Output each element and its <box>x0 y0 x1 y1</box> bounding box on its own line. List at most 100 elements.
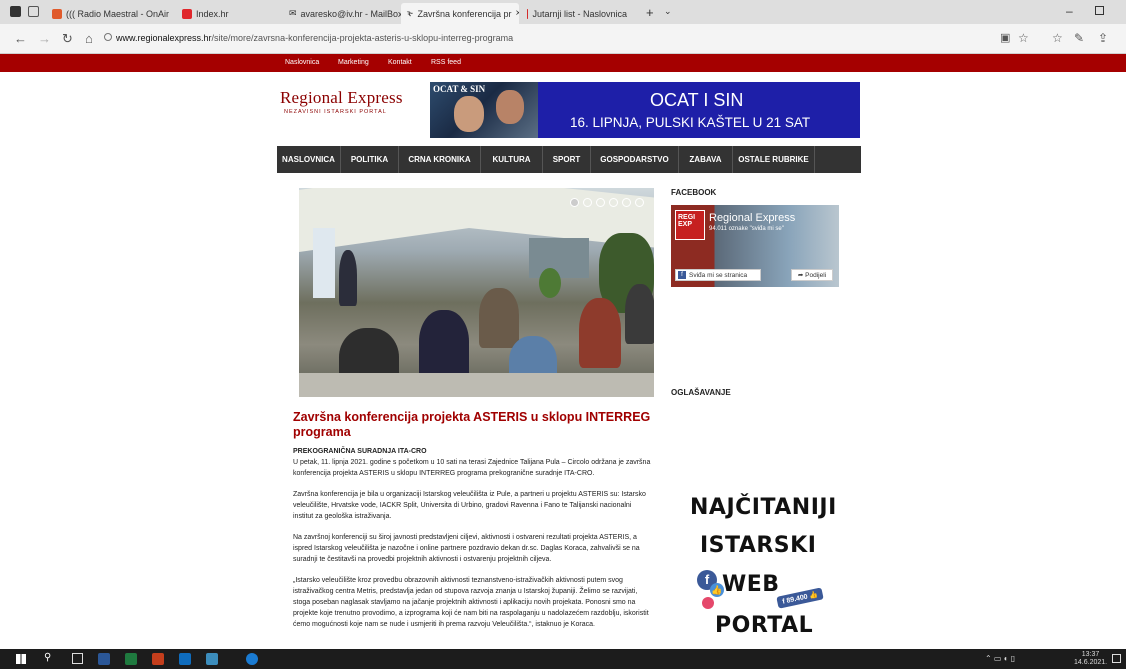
article-paragraph: „Istarsko veleučilište kroz provedbu obr… <box>293 577 649 628</box>
slider-dot[interactable] <box>596 198 605 207</box>
nav-item-gospodarstvo[interactable]: GOSPODARSTVO <box>591 146 679 173</box>
facebook-widget[interactable]: REGI EXP Regional Express 94.011 oznake … <box>671 205 839 287</box>
tab-label: Jutarnji list - Naslovnica <box>532 8 627 19</box>
url-domain: www.regionalexpress.hr <box>116 33 212 43</box>
tray-icons[interactable]: ⌃ ▭ ◐ ▯ <box>985 654 1015 663</box>
tab-jutarnji[interactable]: Jutarnji list - Naslovnica <box>521 3 633 24</box>
word-icon[interactable] <box>98 653 110 665</box>
nav-item-kultura[interactable]: KULTURA <box>481 146 543 173</box>
ad-line: NAJČITANIJI <box>690 495 837 520</box>
back-icon[interactable]: ← <box>14 31 27 46</box>
windows-taskbar: ⚲ ⌃ ▭ ◐ ▯ 13:37 14.6.2021. <box>0 649 1126 669</box>
slider-dots <box>570 198 644 207</box>
url-field[interactable]: www.regionalexpress.hr/site/more/zavrsna… <box>116 33 513 43</box>
tab-index-hr[interactable]: Index.hr <box>176 3 266 24</box>
clock[interactable]: 13:37 14.6.2021. <box>1074 651 1107 667</box>
search-icon[interactable]: ⚲ <box>44 652 51 663</box>
windows-start-icon[interactable] <box>16 654 26 664</box>
task-view-icon[interactable] <box>72 653 83 664</box>
browser-menu-icon[interactable] <box>10 6 21 17</box>
banner-ad[interactable]: OCAT & SIN OCAT I SIN 16. LIPNJA, PULSKI… <box>430 82 860 138</box>
building <box>529 238 589 278</box>
site-logo-subtitle: NEZAVISNI ISTARSKI PORTAL <box>284 109 387 115</box>
tab-mailbox[interactable]: ✉ avaresko@iv.hr - MailBox - I <box>283 3 401 24</box>
tab-label: Index.hr <box>196 8 229 19</box>
article-paragraph: Na završnoj konferenciji su široj javnos… <box>293 534 640 563</box>
article-subtitle: PREKOGRANIČNA SURADNJA ITA-CRO <box>293 448 427 455</box>
browser-tab-bar: ((( Radio Maestral - OnAir Index.hr ✉ av… <box>0 0 1126 24</box>
article-hero-image[interactable] <box>299 188 654 397</box>
share-icon[interactable]: ⇪ <box>1098 31 1108 45</box>
topnav-link-rss[interactable]: RSS feed <box>431 59 461 66</box>
site-logo[interactable]: Regional Express <box>280 88 403 108</box>
fb-page-logo: REGI EXP <box>675 210 705 240</box>
facebook-heading: FACEBOOK <box>671 188 717 197</box>
slider-dot[interactable] <box>609 198 618 207</box>
slider-dot[interactable] <box>622 198 631 207</box>
reading-view-icon[interactable]: ▣ <box>1000 31 1010 44</box>
tab-list-icon[interactable] <box>28 6 39 17</box>
refresh-icon[interactable]: ↻ <box>62 31 73 47</box>
outlook-icon[interactable] <box>179 653 191 665</box>
article-paragraph: Završna konferencija je bila u organizac… <box>293 491 646 520</box>
favorite-star-icon[interactable]: ☆ <box>1018 31 1029 45</box>
site-favicon-icon: ꝛ· <box>407 9 414 18</box>
fb-share-button[interactable]: ➦ Podijeli <box>791 269 833 281</box>
clock-time: 13:37 <box>1081 651 1100 658</box>
banner-face <box>454 96 484 132</box>
article-title: Završna konferencija projekta ASTERIS u … <box>293 410 651 439</box>
minimize-icon[interactable]: – <box>1066 4 1073 18</box>
photos-icon[interactable] <box>206 653 218 665</box>
favorites-hub-icon[interactable]: ☆ <box>1052 31 1063 45</box>
radio-favicon-icon <box>52 8 62 19</box>
clock-date: 14.6.2021. <box>1074 659 1108 666</box>
nav-item-zabava[interactable]: ZABAVA <box>679 146 733 173</box>
home-icon[interactable]: ⌂ <box>85 31 93 46</box>
heart-icon <box>702 597 714 609</box>
edge-icon[interactable] <box>246 653 258 665</box>
chairs <box>299 373 654 397</box>
facebook-icon: f <box>678 271 686 279</box>
fb-page-name[interactable]: Regional Express <box>709 212 795 224</box>
new-tab-icon[interactable]: + <box>646 5 654 20</box>
address-bar-row: ← → ↻ ⌂ www.regionalexpress.hr/site/more… <box>0 24 1126 54</box>
slider-dot[interactable] <box>635 198 644 207</box>
powerpoint-icon[interactable] <box>152 653 164 665</box>
info-icon[interactable] <box>104 33 112 41</box>
notes-icon[interactable]: ✎ <box>1074 31 1084 45</box>
ad-line: PORTAL <box>715 613 814 638</box>
ad-badge: f 89.400 👍 <box>776 587 825 609</box>
slider-dot[interactable] <box>570 198 579 207</box>
slider-dot[interactable] <box>583 198 592 207</box>
topnav-link-naslovnica[interactable]: Naslovnica <box>285 59 319 66</box>
plant <box>539 268 561 298</box>
topnav-link-kontakt[interactable]: Kontakt <box>388 59 412 66</box>
fb-like-count: 94.011 oznake "sviđa mi se" <box>709 226 784 232</box>
nav-item-naslovnica[interactable]: NASLOVNICA <box>277 146 341 173</box>
forward-icon[interactable]: → <box>38 31 51 46</box>
banner-headline: OCAT I SIN <box>650 90 744 110</box>
banner-image-caption: OCAT & SIN <box>433 84 486 94</box>
banner-image: OCAT & SIN <box>430 82 538 138</box>
tab-active-article[interactable]: ꝛ· Završna konferencija pr × <box>401 3 519 24</box>
nav-item-crna-kronika[interactable]: CRNA KRONIKA <box>399 146 481 173</box>
ad-badge-count: 89.400 <box>785 593 809 605</box>
tab-close-icon[interactable]: × <box>516 8 519 19</box>
tab-radio-maestral[interactable]: ((( Radio Maestral - OnAir <box>46 3 176 24</box>
article-body: Završna konferencija projekta ASTERIS u … <box>293 410 653 640</box>
nav-item-sport[interactable]: SPORT <box>543 146 591 173</box>
excel-icon[interactable] <box>125 653 137 665</box>
nav-item-politika[interactable]: POLITIKA <box>341 146 399 173</box>
topnav-link-marketing[interactable]: Marketing <box>338 59 369 66</box>
tab-label: ((( Radio Maestral - OnAir <box>66 8 170 19</box>
tab-label: Završna konferencija pr <box>417 8 512 19</box>
nav-item-ostale-rubrike[interactable]: OSTALE RUBRIKE <box>733 146 815 173</box>
fb-like-button[interactable]: f Sviđa mi se stranica <box>675 269 761 281</box>
tab-dropdown-icon[interactable]: ⌄ <box>664 6 672 17</box>
fb-like-label: Sviđa mi se stranica <box>689 271 748 279</box>
attendee <box>479 288 519 348</box>
notification-icon[interactable] <box>1112 654 1121 663</box>
restore-icon[interactable] <box>1095 6 1104 15</box>
attendee <box>625 284 654 344</box>
banner-subline: 16. LIPNJA, PULSKI KAŠTEL U 21 SAT <box>570 115 811 130</box>
